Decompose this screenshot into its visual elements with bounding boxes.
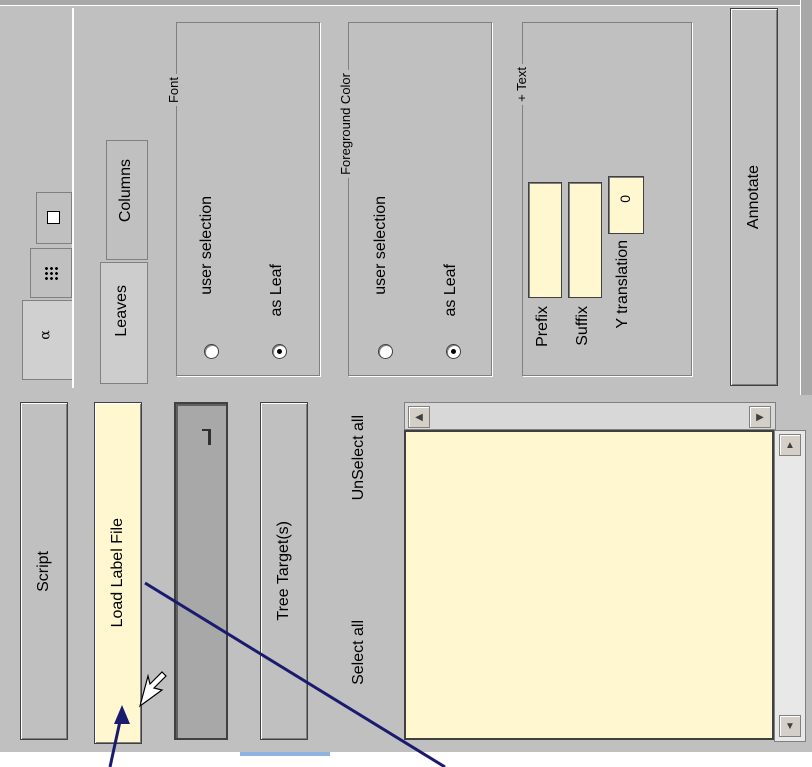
fg-as-leaf-label: as Leaf <box>442 264 459 317</box>
text-group-title: + Text <box>514 64 529 105</box>
fg-as-leaf-radio[interactable] <box>446 344 461 359</box>
radio-dot-icon <box>451 349 456 354</box>
foreground-color-title: Foreground Color <box>338 70 353 178</box>
font-group-title: Font <box>166 74 181 107</box>
tab-grid[interactable] <box>30 248 72 298</box>
vertical-scrollbar[interactable]: ▲ ▼ <box>774 430 806 742</box>
load-label-file-label: Load Label File <box>109 518 126 628</box>
top-border <box>0 0 812 6</box>
horizontal-scrollbar[interactable]: ◀ ▶ <box>404 402 776 430</box>
tree-name-field[interactable] <box>174 402 228 740</box>
blue-fragment <box>240 752 330 756</box>
tree-label-panel: Script Load Label File Tree Target(s) Se… <box>0 0 812 752</box>
bottom-strip <box>0 752 812 767</box>
alpha-icon: α <box>37 330 54 340</box>
radio-dot-icon <box>277 349 282 354</box>
tab-columns-label: Columns <box>117 159 134 223</box>
prefix-field[interactable] <box>528 182 562 298</box>
tab-alpha[interactable]: α <box>22 300 72 380</box>
right-edge <box>800 0 812 395</box>
font-user-selection-label: user selection <box>198 196 215 295</box>
y-translation-field[interactable]: 0 <box>608 176 644 234</box>
fg-user-selection-label: user selection <box>372 196 389 295</box>
suffix-field[interactable] <box>568 182 602 298</box>
tree-targets-label: Tree Target(s) <box>275 521 292 621</box>
prefix-label: Prefix <box>534 306 551 347</box>
screenshot-stage: Script Load Label File Tree Target(s) Se… <box>0 0 812 767</box>
scroll-down-icon[interactable]: ▼ <box>779 715 801 737</box>
foreground-color-group <box>348 22 492 376</box>
fg-user-selection-radio[interactable] <box>378 344 393 359</box>
y-translation-value: 0 <box>617 195 633 203</box>
text-cursor-icon <box>202 429 211 445</box>
unselect-all-link[interactable]: UnSelect all <box>350 415 368 500</box>
suffix-label: Suffix <box>574 306 591 346</box>
tree-targets-button[interactable]: Tree Target(s) <box>260 402 308 740</box>
annotate-button-label: Annotate <box>745 164 762 230</box>
script-button[interactable]: Script <box>20 402 68 740</box>
font-as-leaf-radio[interactable] <box>272 344 287 359</box>
tab-leaves-label: Leaves <box>113 285 130 337</box>
select-all-link[interactable]: Select all <box>350 620 368 685</box>
script-button-label: Script <box>35 550 52 592</box>
scroll-up-icon[interactable]: ▲ <box>779 434 801 456</box>
scroll-left-icon[interactable]: ◀ <box>408 406 430 428</box>
tree-list-box[interactable] <box>404 430 774 740</box>
annotate-button[interactable]: Annotate <box>730 8 778 386</box>
font-user-selection-radio[interactable] <box>204 344 219 359</box>
chart-icon <box>47 211 60 224</box>
tab-columns[interactable]: Columns <box>106 140 148 260</box>
load-label-file-button[interactable]: Load Label File <box>94 402 142 744</box>
tab-chart[interactable] <box>36 192 72 244</box>
grid-icon <box>44 266 58 280</box>
scroll-right-icon[interactable]: ▶ <box>749 406 771 428</box>
tab-leaves[interactable]: Leaves <box>100 262 148 384</box>
y-translation-label: Y translation <box>614 240 631 329</box>
font-as-leaf-label: as Leaf <box>268 264 285 317</box>
